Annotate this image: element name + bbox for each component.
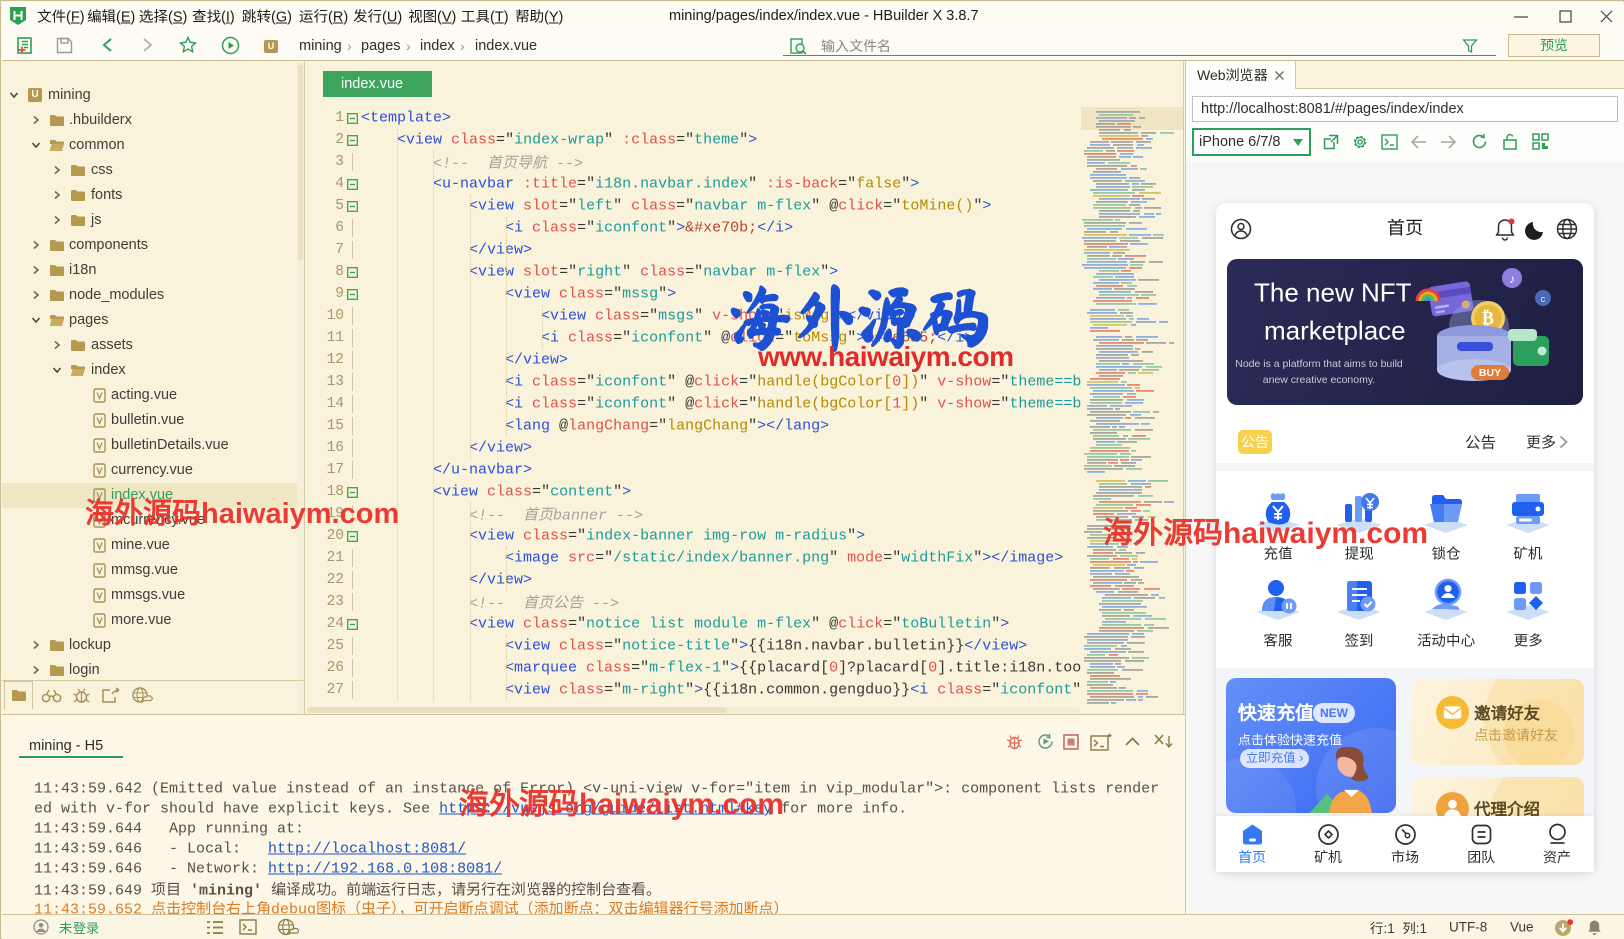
svg-text:♪: ♪ xyxy=(1509,272,1515,286)
svg-text:c: c xyxy=(1541,294,1546,304)
svg-text:BUY: BUY xyxy=(1479,367,1501,379)
svg-text:₿: ₿ xyxy=(1482,308,1494,328)
